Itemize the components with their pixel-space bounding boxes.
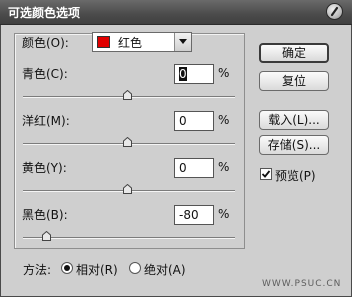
magenta-slider-thumb[interactable] (123, 137, 132, 147)
black-value: -80 (179, 208, 199, 222)
ok-button[interactable]: 确定 (259, 43, 329, 63)
close-button[interactable] (326, 3, 343, 20)
cyan-slider-thumb[interactable] (123, 90, 132, 100)
colors-label: 颜色(O): (22, 36, 69, 50)
black-slider-thumb[interactable] (42, 231, 51, 241)
save-button[interactable]: 存储(S)... (259, 135, 329, 155)
load-button[interactable]: 载入(L)... (259, 110, 329, 130)
cyan-value: 0 (179, 67, 187, 81)
yellow-value: 0 (179, 161, 187, 175)
radio-selected-dot (64, 265, 70, 271)
preview-checkbox[interactable] (260, 168, 272, 180)
absolute-label[interactable]: 绝对(A) (144, 261, 186, 278)
relative-label[interactable]: 相对(R) (76, 261, 118, 278)
method-label: 方法: (23, 263, 52, 277)
yellow-input[interactable]: 0 (174, 158, 214, 178)
color-adjust-group: 颜色(O): 红色 青色(C): 0 % 洋红(M): 0 % 黄色(Y): 0… (14, 32, 245, 249)
chevron-down-icon (179, 39, 187, 44)
dropdown-arrow[interactable] (174, 33, 191, 51)
cyan-unit: % (218, 66, 230, 80)
black-unit: % (218, 207, 230, 221)
watermark: WWW.PSUC.CN (262, 279, 342, 289)
yellow-unit: % (218, 160, 230, 174)
close-icon (330, 6, 339, 17)
color-swatch (97, 36, 110, 48)
black-input[interactable]: -80 (174, 205, 214, 225)
black-slider-track[interactable] (23, 237, 235, 238)
dialog-body: 颜色(O): 红色 青色(C): 0 % 洋红(M): 0 % 黄色(Y): 0… (1, 25, 351, 296)
yellow-label: 黄色(Y): (22, 161, 67, 175)
cyan-input[interactable]: 0 (174, 64, 214, 84)
checkmark-icon (261, 170, 271, 178)
absolute-radio[interactable] (129, 262, 141, 274)
magenta-label: 洋红(M): (22, 114, 70, 128)
magenta-unit: % (218, 113, 230, 127)
magenta-input[interactable]: 0 (174, 111, 214, 131)
magenta-value: 0 (179, 114, 187, 128)
preview-label[interactable]: 预览(P) (275, 167, 316, 184)
yellow-slider-thumb[interactable] (123, 184, 132, 194)
black-label: 黑色(B): (22, 208, 68, 222)
reset-button[interactable]: 复位 (259, 71, 329, 91)
colors-select[interactable]: 红色 (92, 32, 192, 52)
relative-radio[interactable] (61, 262, 73, 274)
colors-selected-value: 红色 (118, 36, 143, 50)
title-bar: 可选颜色选项 (0, 0, 352, 25)
window-title: 可选颜色选项 (8, 6, 81, 20)
cyan-label: 青色(C): (22, 67, 68, 81)
